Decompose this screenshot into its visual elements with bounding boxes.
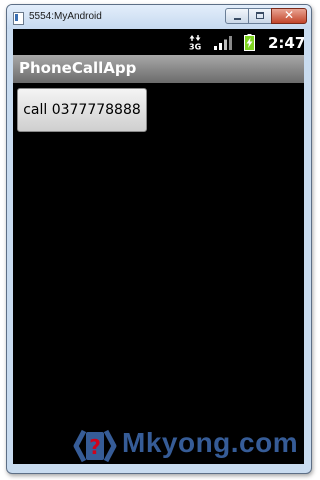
watermark: ? Mkyong.com (70, 424, 310, 468)
maximize-button[interactable] (248, 8, 272, 24)
window-titlebar[interactable]: 5554:MyAndroid ✕ (7, 5, 311, 29)
status-bar: 3G 2:47 (13, 29, 304, 55)
close-button[interactable]: ✕ (271, 8, 307, 24)
android-screen: 3G 2:47 PhoneCallApp call 0377778888 (13, 29, 304, 464)
signal-strength-icon (214, 36, 232, 50)
watermark-logo-icon: ? (73, 429, 117, 463)
app-title-bar: PhoneCallApp (13, 55, 304, 83)
status-clock: 2:47 (268, 34, 304, 52)
minimize-icon (234, 18, 241, 20)
call-button[interactable]: call 0377778888 (17, 88, 147, 132)
window-title: 5554:MyAndroid (29, 11, 102, 22)
svg-text:?: ? (89, 435, 101, 459)
emulator-app-icon (13, 12, 24, 25)
minimize-button[interactable] (225, 8, 249, 24)
close-icon: ✕ (283, 8, 295, 22)
app-title: PhoneCallApp (19, 59, 137, 77)
watermark-text: Mkyong.com (122, 427, 299, 458)
emulator-window: 5554:MyAndroid ✕ 3G 2:47 PhoneCallApp ca… (6, 4, 312, 474)
maximize-icon (256, 12, 264, 19)
battery-charging-icon (244, 34, 255, 51)
network-type-label: 3G (189, 43, 201, 51)
data-network-icon: 3G (189, 35, 201, 51)
